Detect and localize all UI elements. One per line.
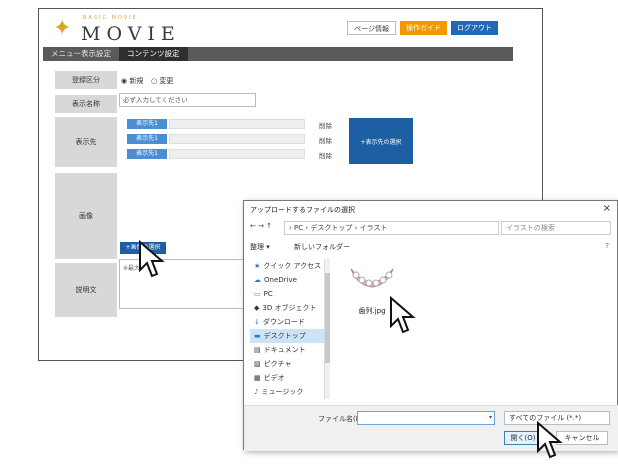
sidebar-item-desktop[interactable]: ▬ デスクトップ	[250, 329, 328, 343]
cube-icon: ◆	[254, 304, 260, 312]
dialog-toolbar: 整理 ▾ 新しいフォルダー ?	[244, 239, 618, 255]
filename-input[interactable]	[357, 411, 495, 425]
dest-button-3[interactable]: 表示先1	[127, 149, 167, 159]
radio-change[interactable]: ○ 変更	[151, 76, 173, 86]
desktop-icon: ▬	[254, 332, 261, 340]
sidebar-item-pc[interactable]: ▭ PC	[250, 287, 328, 301]
logo-text: MOVIE	[81, 23, 181, 45]
display-name-label: 表示名称	[55, 95, 117, 113]
logo: ✦ BASIC MOVIE MOVIE	[49, 13, 175, 45]
nav-bar: メニュー表示設定 コンテンツ設定	[43, 47, 513, 61]
tab-menu-settings[interactable]: メニュー表示設定	[43, 47, 119, 61]
sidebar-item-downloads[interactable]: ↓ ダウンロード	[250, 315, 328, 329]
sidebar-item-onedrive[interactable]: ☁ OneDrive	[250, 273, 328, 287]
tab-content-settings[interactable]: コンテンツ設定	[119, 47, 188, 61]
dest-button-2[interactable]: 表示先1	[127, 134, 167, 144]
new-folder-button[interactable]: 新しいフォルダー	[294, 242, 350, 252]
download-icon: ↓	[254, 318, 260, 326]
cursor-icon	[537, 421, 563, 459]
address-bar: ← → ↑ › PC › デスクトップ › イラスト イラストの検索	[244, 219, 618, 237]
scrollbar[interactable]	[324, 259, 330, 399]
image-label: 画像	[55, 173, 117, 259]
logo-tagline: BASIC MOVIE	[83, 15, 138, 21]
dest-field-2[interactable]	[169, 134, 305, 144]
file-dialog: アップロードするファイルの選択 × ← → ↑ › PC › デスクトップ › …	[243, 200, 618, 459]
sidebar-item-quick[interactable]: ★ クイック アクセス	[250, 259, 328, 273]
delete-link-3[interactable]: 削除	[319, 150, 332, 160]
file-name: 歯列.jpg	[358, 307, 386, 315]
display-name-input[interactable]: 必ず入力してください	[119, 93, 256, 107]
star-icon: ✦	[53, 16, 72, 41]
help-icon[interactable]: ?	[605, 242, 609, 250]
picture-icon: ▨	[254, 360, 261, 368]
star-icon: ★	[254, 262, 261, 270]
sidebar-item-3d[interactable]: ◆ 3D オブジェクト	[250, 301, 328, 315]
back-forward-icon[interactable]: ← → ↑	[250, 222, 272, 230]
organize-button[interactable]: 整理 ▾	[250, 242, 270, 252]
dialog-title: アップロードするファイルの選択	[250, 206, 355, 214]
music-icon: ♪	[254, 388, 259, 396]
radio-new[interactable]: ◉ 新規	[121, 76, 143, 86]
search-input[interactable]: イラストの検索	[501, 221, 611, 235]
cloud-icon: ☁	[254, 276, 261, 284]
guide-button[interactable]: 操作ガイド	[400, 21, 447, 35]
chevron-down-icon[interactable]: ▾	[489, 414, 492, 421]
document-icon: ▤	[254, 346, 261, 354]
sidebar-item-pictures[interactable]: ▨ ピクチャ	[250, 357, 328, 371]
logout-button[interactable]: ログアウト	[451, 21, 498, 35]
pc-icon: ▭	[254, 290, 261, 298]
reg-type-label: 登録区分	[55, 71, 117, 89]
cursor-icon	[139, 240, 165, 278]
sidebar-item-music[interactable]: ♪ ミュージック	[250, 385, 328, 399]
path-input[interactable]: › PC › デスクトップ › イラスト	[284, 221, 499, 235]
nav-pane: ★ クイック アクセス ☁ OneDrive ▭ PC ◆ 3D オブジェクト ↓ ダウン…	[250, 259, 328, 399]
dest-field-1[interactable]	[169, 119, 305, 129]
add-dest-button[interactable]: +表示先の選択	[349, 118, 413, 164]
delete-link-1[interactable]: 削除	[319, 120, 332, 130]
bio-label: 説明文	[55, 263, 117, 317]
scrollbar-thumb[interactable]	[325, 273, 330, 363]
sidebar-item-videos[interactable]: ▦ ビデオ	[250, 371, 328, 385]
page-info-button[interactable]: ページ情報	[347, 21, 396, 35]
delete-link-2[interactable]: 削除	[319, 135, 332, 145]
dest-field-3[interactable]	[169, 149, 305, 159]
video-icon: ▦	[254, 374, 261, 382]
page: ✦ BASIC MOVIE MOVIE ページ情報 操作ガイド ログアウト メニ…	[0, 0, 618, 470]
dest-button-1[interactable]: 表示先1	[127, 119, 167, 129]
cursor-icon	[390, 296, 416, 334]
close-icon[interactable]: ×	[603, 203, 611, 214]
sidebar-item-documents[interactable]: ▤ ドキュメント	[250, 343, 328, 357]
top-actions: ページ情報 操作ガイド ログアウト	[347, 21, 498, 35]
dest-label: 表示先	[55, 117, 117, 167]
